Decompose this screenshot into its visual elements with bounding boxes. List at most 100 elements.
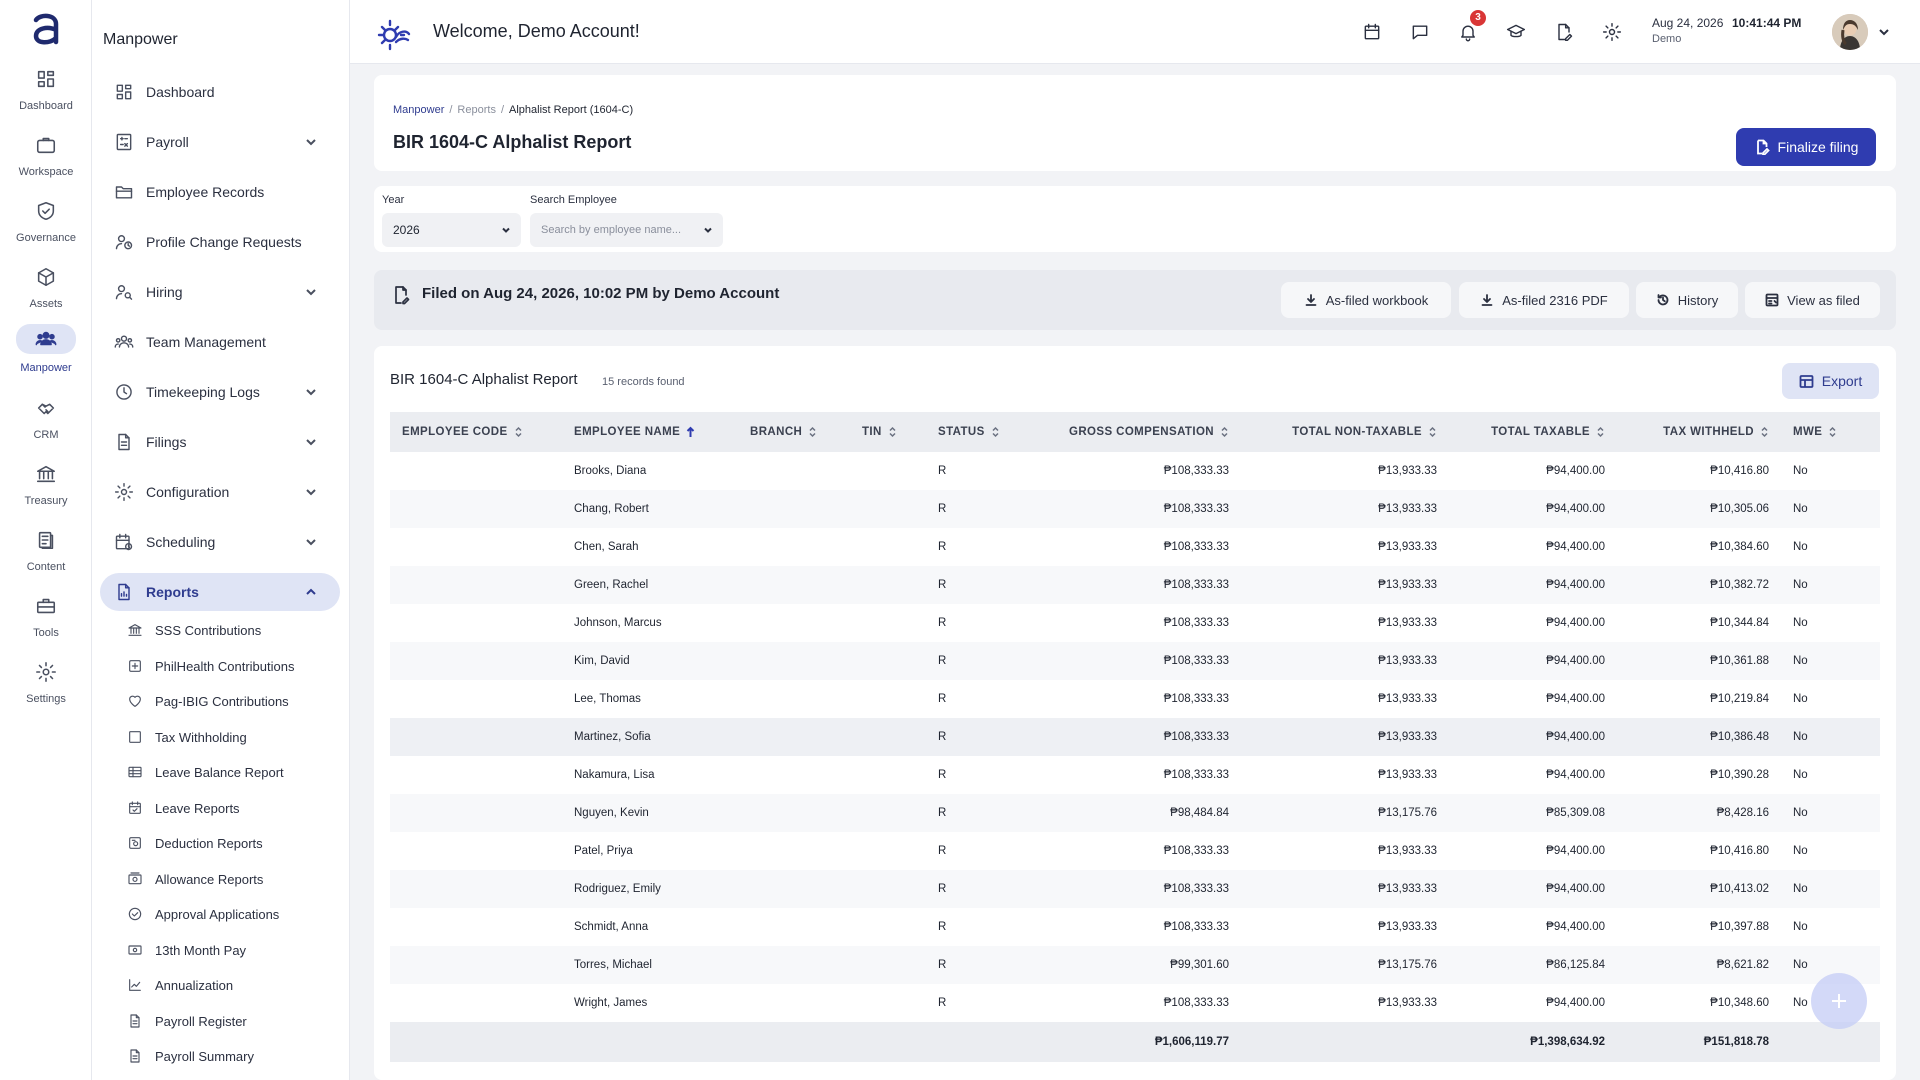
header-date: Aug 24, 2026: [1652, 16, 1724, 30]
team-icon: [112, 330, 136, 354]
table-row[interactable]: Lee, Thomas R ₱108,333.33 ₱13,933.33 ₱94,400…: [390, 680, 1880, 718]
chevron-down-icon[interactable]: [302, 483, 320, 501]
sidebar-subitem-tax-withholding[interactable]: Tax Withholding: [126, 722, 336, 752]
column-header-total-taxable[interactable]: Total Taxable: [1449, 412, 1617, 452]
rail-item-workspace[interactable]: Workspace: [0, 130, 92, 192]
table-row[interactable]: Johnson, Marcus R ₱108,333.33 ₱13,933.33 ₱94…: [390, 604, 1880, 642]
rail-item-crm[interactable]: CRM: [0, 393, 92, 455]
table-row[interactable]: Martinez, Sofia R ₱108,333.33 ₱13,933.33 ₱94…: [390, 718, 1880, 756]
as-filed-workbook-button[interactable]: As-filed workbook: [1281, 282, 1451, 318]
table-row[interactable]: Brooks, Diana R ₱108,333.33 ₱13,933.33 ₱94,4…: [390, 452, 1880, 490]
table-row[interactable]: Rodriguez, Emily R ₱108,333.33 ₱13,933.33 ₱9…: [390, 870, 1880, 908]
brand-logo-icon[interactable]: [376, 15, 412, 51]
sidebar-item-label: Reports: [146, 584, 199, 600]
table-row[interactable]: Chen, Sarah R ₱108,333.33 ₱13,933.33 ₱94,400…: [390, 528, 1880, 566]
cell-employee-code: [390, 908, 562, 946]
avatar[interactable]: [1832, 14, 1868, 50]
rail-item-label: Settings: [26, 693, 66, 705]
cell-total-non-taxable: ₱13,933.33: [1378, 845, 1437, 857]
cell-tin: [850, 642, 926, 680]
chat-icon[interactable]: [1408, 20, 1432, 44]
column-header-employee-code[interactable]: Employee Code: [390, 412, 562, 452]
chevron-down-icon[interactable]: [302, 533, 320, 551]
floating-add-button[interactable]: [1811, 973, 1867, 1029]
rail-item-governance[interactable]: Governance: [0, 196, 92, 258]
table-row[interactable]: Patel, Priya R ₱108,333.33 ₱13,933.33 ₱94,40…: [390, 832, 1880, 870]
sidebar-item-dashboard[interactable]: Dashboard: [100, 73, 340, 111]
sidebar-subitem-leave-reports[interactable]: Leave Reports: [126, 793, 336, 823]
table-row[interactable]: Nakamura, Lisa R ₱108,333.33 ₱13,933.33 ₱94,…: [390, 756, 1880, 794]
sidebar-subitem-pag-ibig-contributions[interactable]: Pag-IBIG Contributions: [126, 686, 336, 716]
sidebar-subitem-philhealth-contributions[interactable]: PhilHealth Contributions: [126, 651, 336, 681]
table-row[interactable]: Schmidt, Anna R ₱108,333.33 ₱13,933.33 ₱94,4…: [390, 908, 1880, 946]
sidebar-item-team-management[interactable]: Team Management: [100, 323, 340, 361]
column-header-gross-compensation[interactable]: Gross Compensation: [1036, 412, 1241, 452]
sidebar-subitem-payroll-summary[interactable]: Payroll Summary: [126, 1041, 336, 1071]
sidebar-subitem-payroll-register[interactable]: Payroll Register: [126, 1006, 336, 1036]
table-row[interactable]: Nguyen, Kevin R ₱98,484.84 ₱13,175.76 ₱85,30…: [390, 794, 1880, 832]
column-header-mwe[interactable]: MWE: [1781, 412, 1880, 452]
column-header-branch[interactable]: Branch: [738, 412, 850, 452]
finalize-filing-button[interactable]: Finalize filing: [1736, 128, 1876, 166]
table-row[interactable]: Kim, David R ₱108,333.33 ₱13,933.33 ₱94,400.…: [390, 642, 1880, 680]
column-header-tax-withheld[interactable]: Tax Withheld: [1617, 412, 1781, 452]
history-button[interactable]: History: [1636, 282, 1738, 318]
rail-item-dashboard[interactable]: Dashboard: [0, 64, 92, 126]
column-header-employee-name[interactable]: Employee Name: [562, 412, 738, 452]
document-edit-icon[interactable]: [1552, 20, 1576, 44]
chevron-down-icon[interactable]: [302, 433, 320, 451]
app-logo[interactable]: [28, 10, 64, 48]
cell-gross-compensation: ₱108,333.33: [1163, 465, 1229, 477]
rail-item-label: Assets: [29, 298, 63, 310]
rail-item-content[interactable]: Content: [0, 525, 92, 587]
chevron-down-icon[interactable]: [302, 283, 320, 301]
cell-branch: [738, 832, 850, 870]
sidebar-item-scheduling[interactable]: Scheduling: [100, 523, 340, 561]
chevron-down-icon[interactable]: [302, 133, 320, 151]
sidebar-item-filings[interactable]: Filings: [100, 423, 340, 461]
sidebar-item-configuration[interactable]: Configuration: [100, 473, 340, 511]
table-row[interactable]: Green, Rachel R ₱108,333.33 ₱13,933.33 ₱94,4…: [390, 566, 1880, 604]
sidebar-item-hiring[interactable]: Hiring: [100, 273, 340, 311]
gear-icon[interactable]: [1600, 20, 1624, 44]
sidebar-subitem-sss-contributions[interactable]: SSS Contributions: [126, 615, 336, 645]
sidebar-subitem-leave-balance-report[interactable]: Leave Balance Report: [126, 757, 336, 787]
sidebar-item-timekeeping-logs[interactable]: Timekeeping Logs: [100, 373, 340, 411]
column-header-total-non-taxable[interactable]: Total Non-Taxable: [1241, 412, 1449, 452]
chevron-down-icon[interactable]: [302, 383, 320, 401]
rail-item-tools[interactable]: Tools: [0, 591, 92, 653]
table-row[interactable]: Wright, James R ₱108,333.33 ₱13,933.33 ₱94,4…: [390, 984, 1880, 1022]
rail-item-manpower[interactable]: Manpower: [0, 322, 92, 384]
chevron-down-icon[interactable]: [1876, 24, 1892, 40]
sidebar-subitem-13th-month-pay[interactable]: 13th Month Pay: [126, 935, 336, 965]
rail-item-assets[interactable]: Assets: [0, 262, 92, 324]
rail-item-treasury[interactable]: Treasury: [0, 459, 92, 521]
as-filed-2316-pdf-button[interactable]: As-filed 2316 PDF: [1459, 282, 1629, 318]
column-header-status[interactable]: Status: [926, 412, 1036, 452]
breadcrumb-reports[interactable]: Reports: [457, 104, 496, 116]
sidebar-item-reports[interactable]: Reports: [100, 573, 340, 611]
graduation-cap-icon[interactable]: [1504, 20, 1528, 44]
year-select[interactable]: 2026: [382, 213, 521, 247]
chevron-up-icon[interactable]: [302, 583, 320, 601]
table-icon: [126, 763, 144, 781]
breadcrumb-manpower[interactable]: Manpower: [393, 104, 444, 116]
sidebar-subitem-allowance-reports[interactable]: Allowance Reports: [126, 864, 336, 894]
rail-item-settings[interactable]: Settings: [0, 657, 92, 719]
sidebar-subitem-deduction-reports[interactable]: Deduction Reports: [126, 828, 336, 858]
view-as-filed-button[interactable]: View as filed: [1745, 282, 1880, 318]
cell-employee-name: Nakamura, Lisa: [574, 769, 655, 781]
sidebar-item-payroll[interactable]: Payroll: [100, 123, 340, 161]
table-row[interactable]: Chang, Robert R ₱108,333.33 ₱13,933.33 ₱94,4…: [390, 490, 1880, 528]
sidebar-item-profile-change-requests[interactable]: Profile Change Requests: [100, 223, 340, 261]
cell-employee-code: [390, 870, 562, 908]
sidebar-item-label: Timekeeping Logs: [146, 384, 260, 400]
column-header-tin[interactable]: TIN: [850, 412, 926, 452]
calendar-icon[interactable]: [1360, 20, 1384, 44]
search-employee-input[interactable]: Search by employee name...: [530, 213, 723, 247]
table-row[interactable]: Torres, Michael R ₱99,301.60 ₱13,175.76 ₱86,…: [390, 946, 1880, 984]
sidebar-item-employee-records[interactable]: Employee Records: [100, 173, 340, 211]
export-button[interactable]: Export: [1782, 363, 1879, 399]
sidebar-subitem-annualization[interactable]: Annualization: [126, 970, 336, 1000]
sidebar-subitem-approval-applications[interactable]: Approval Applications: [126, 899, 336, 929]
